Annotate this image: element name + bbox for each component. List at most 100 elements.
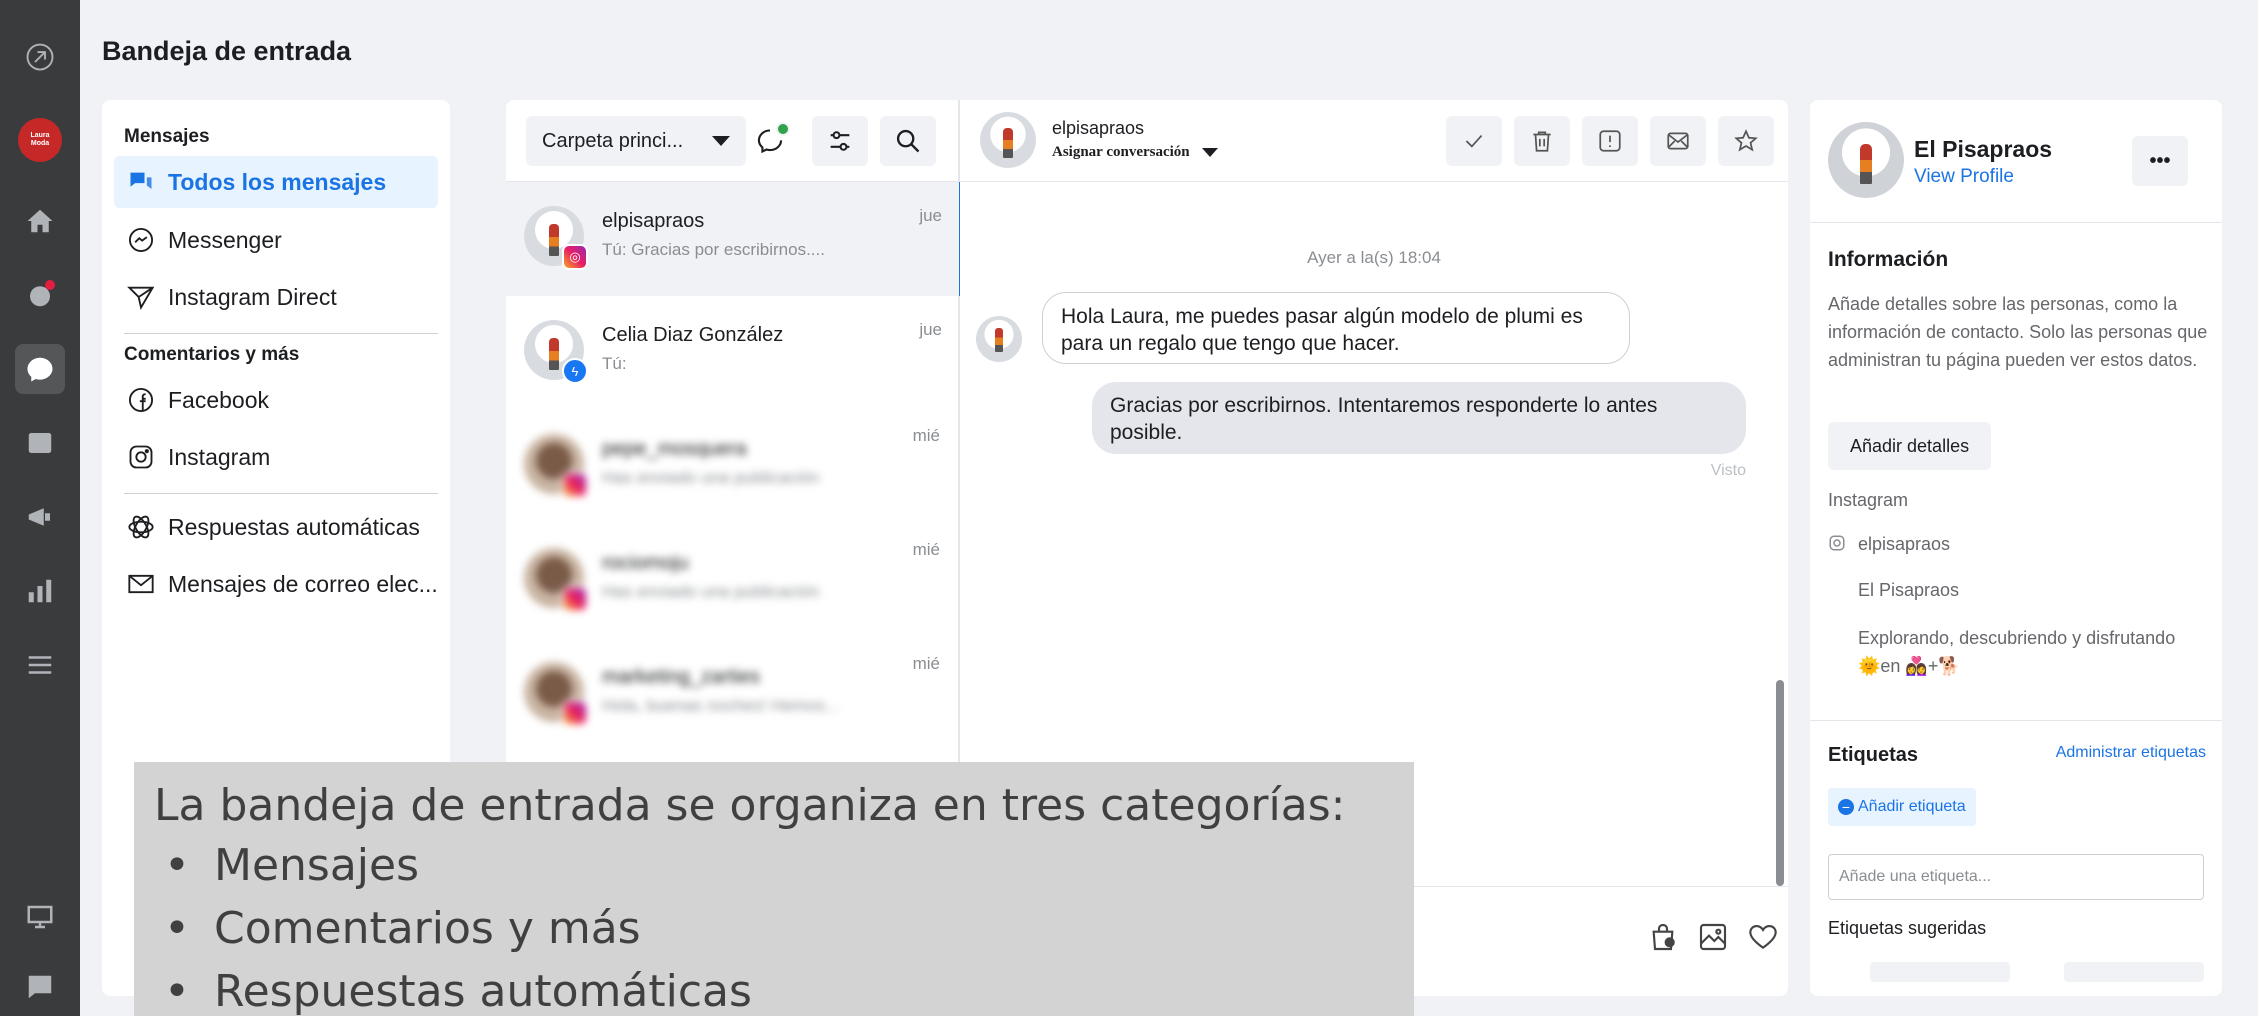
star-icon	[1733, 128, 1759, 154]
chat-bubbles-icon	[126, 167, 156, 197]
avatar[interactable]	[1828, 122, 1904, 198]
home-icon[interactable]	[15, 196, 65, 246]
alert-icon	[1597, 128, 1623, 154]
caption-item-text: Comentarios y más	[214, 903, 641, 954]
section-heading-comentarios: Comentarios y más	[124, 344, 300, 365]
menu-icon[interactable]	[15, 640, 65, 690]
notifications-icon[interactable]	[15, 270, 65, 320]
caption-list-item: • Respuestas automáticas	[154, 960, 1394, 1016]
instagram-bio: Explorando, descubriendo y disfrutando 🌞…	[1858, 628, 2176, 676]
meta-logo-icon[interactable]	[15, 32, 65, 82]
caption-item-text: Respuestas automáticas	[214, 966, 752, 1016]
chat-contact-name: elpisapraos	[1052, 118, 1145, 138]
instagram-handle: elpisapraos	[1858, 534, 1951, 554]
nav-item-respuestas-automaticas[interactable]: Respuestas automáticas	[114, 501, 438, 553]
heart-icon[interactable]	[1746, 920, 1780, 954]
view-profile-link[interactable]: View Profile	[1914, 166, 2014, 188]
caption-list-item: • Mensajes	[154, 834, 1394, 897]
suggested-tag[interactable]	[2064, 962, 2204, 982]
conversation-name: Celia Diaz González	[602, 324, 784, 346]
avatar[interactable]	[980, 112, 1036, 168]
nav-item-instagram-direct[interactable]: Instagram Direct	[114, 271, 438, 323]
desktop-icon[interactable]	[15, 892, 65, 942]
nav-item-facebook[interactable]: Facebook	[114, 374, 438, 426]
manage-tags-link[interactable]: Administrar etiquetas	[2056, 744, 2206, 762]
mark-done-button[interactable]	[1446, 116, 1502, 166]
conversation-item[interactable]: ◎ elpisapraos Tú: Gracias por escribirno…	[506, 182, 962, 296]
automation-icon	[126, 512, 156, 542]
sliders-icon	[826, 127, 854, 155]
image-icon[interactable]	[1696, 920, 1730, 954]
shopping-bag-icon[interactable]	[1646, 920, 1680, 954]
inbox-icon[interactable]	[15, 344, 65, 394]
message-timestamp: Ayer a la(s) 18:04	[1307, 248, 1441, 267]
chevron-down-icon	[1201, 148, 1218, 157]
conversation-item[interactable]: marketing_zarties Hola, buenas noches! H…	[506, 638, 960, 752]
nav-item-label: Respuestas automáticas	[168, 513, 420, 540]
add-tag-button[interactable]: − Añadir etiqueta	[1828, 788, 1976, 826]
page-avatar[interactable]: Laura Moda	[18, 118, 62, 162]
delete-button[interactable]	[1514, 116, 1570, 166]
unread-filter-button[interactable]	[742, 116, 798, 166]
conversation-time: mié	[912, 654, 940, 673]
star-button[interactable]	[1718, 116, 1774, 166]
notification-dot	[45, 280, 55, 290]
filter-button[interactable]	[812, 116, 868, 166]
tag-input[interactable]	[1828, 854, 2204, 900]
feedback-icon[interactable]	[15, 962, 65, 1012]
insights-icon[interactable]	[15, 566, 65, 616]
add-details-button[interactable]: Añadir detalles	[1828, 422, 1992, 470]
divider	[1810, 222, 2222, 223]
nav-item-messenger[interactable]: Messenger	[114, 214, 438, 266]
nav-item-instagram[interactable]: Instagram	[114, 431, 438, 483]
conversation-item[interactable]: pepe_mosquera Has enviado una publicació…	[506, 410, 960, 524]
nav-item-todos-los-mensajes[interactable]: Todos los mensajes	[114, 156, 438, 208]
seen-status: Visto	[1710, 462, 1746, 479]
ads-icon[interactable]	[15, 492, 65, 542]
folder-dropdown[interactable]: Carpeta princi...	[526, 116, 746, 166]
instagram-icon: ◎	[562, 244, 588, 270]
messenger-icon	[126, 225, 156, 255]
suggested-tag[interactable]	[1870, 962, 2010, 982]
list-toolbar: Carpeta princi...	[506, 100, 960, 182]
section-heading-informacion: Información	[1828, 248, 1949, 271]
conversation-item[interactable]: rociomoju Has enviado una publicación	[506, 524, 960, 638]
trash-icon	[1529, 128, 1555, 154]
mark-unread-button[interactable]	[1650, 116, 1706, 166]
page-avatar-text: Laura Moda	[30, 132, 50, 147]
divider	[1810, 720, 2222, 721]
instagram-label: Instagram	[1828, 490, 1909, 510]
conversation-item[interactable]: ϟ Celia Diaz González Tú: jue	[506, 296, 960, 410]
conversation-time: jue	[919, 320, 942, 339]
suggested-tags-label: Etiquetas sugeridas	[1828, 918, 1987, 938]
facebook-icon	[126, 385, 156, 415]
assign-conversation-dropdown[interactable]: Asignar conversación	[1052, 144, 1218, 161]
nav-item-label: Todos los mensajes	[168, 168, 387, 195]
more-options-button[interactable]: •••	[2132, 136, 2188, 186]
info-description: Añade detalles sobre las personas, como …	[1828, 294, 2208, 370]
left-rail: Laura Moda	[0, 0, 80, 1016]
composer-actions	[1646, 920, 1780, 954]
nav-item-mensajes-correo[interactable]: Mensajes de correo elec...	[114, 558, 438, 610]
search-button[interactable]	[880, 116, 936, 166]
online-indicator	[776, 122, 790, 136]
conversation-time: mié	[912, 426, 940, 445]
conversation-snippet: Has enviado una publicación	[602, 468, 820, 487]
search-icon	[894, 127, 922, 155]
incoming-message: Hola Laura, me puedes pasar algún modelo…	[1042, 292, 1630, 364]
conversation-name: rociomoju	[602, 552, 689, 574]
send-icon	[126, 282, 156, 312]
nav-divider	[124, 333, 438, 334]
instagram-icon	[126, 442, 156, 472]
minus-circle-icon: −	[1838, 799, 1854, 815]
nav-item-label: Messenger	[168, 226, 282, 253]
nav-item-label: Mensajes de correo elec...	[168, 570, 438, 597]
posts-icon[interactable]	[15, 418, 65, 468]
report-spam-button[interactable]	[1582, 116, 1638, 166]
scrollbar[interactable]	[1776, 680, 1784, 886]
instagram-icon	[562, 472, 588, 498]
nav-item-label: Instagram Direct	[168, 283, 337, 310]
caption-item-text: Mensajes	[214, 840, 420, 891]
caption-title: La bandeja de entrada se organiza en tre…	[154, 780, 1346, 831]
contact-details: El Pisapraos View Profile ••• Informació…	[1810, 100, 2222, 996]
